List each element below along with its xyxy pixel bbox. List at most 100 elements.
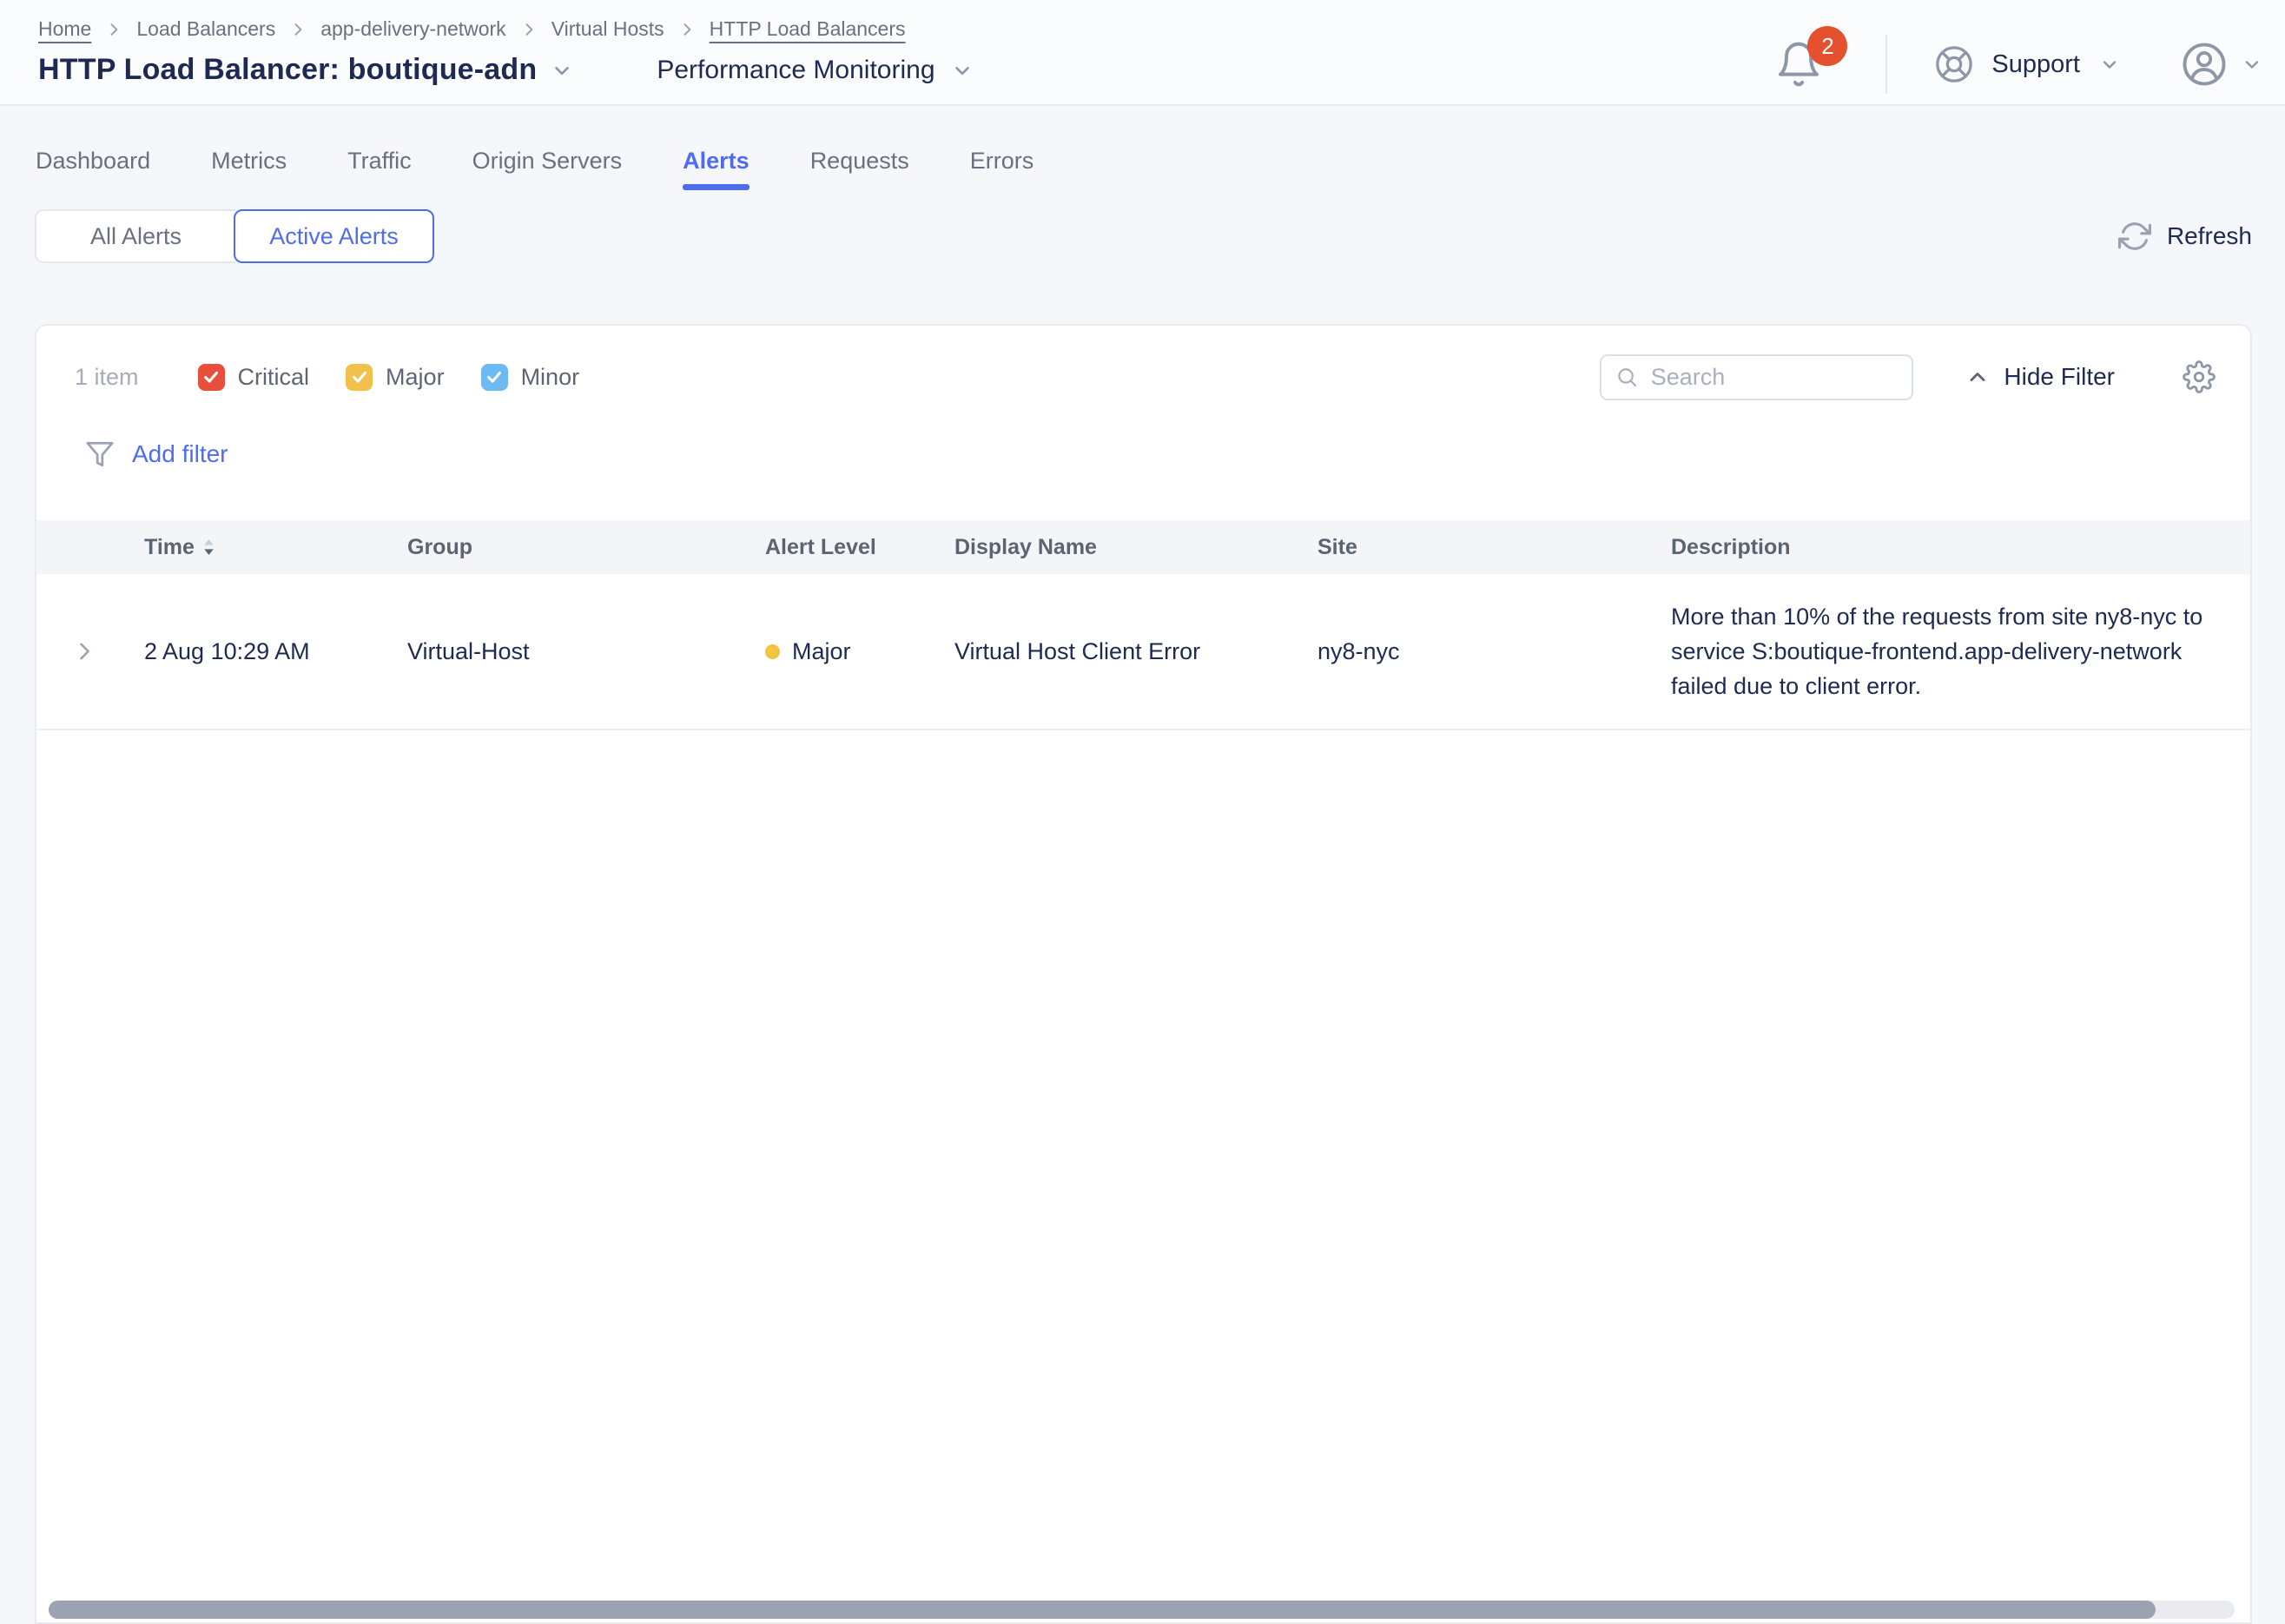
refresh-button[interactable]: Refresh <box>2118 220 2252 253</box>
breadcrumb-item: Virtual Hosts <box>551 17 710 41</box>
breadcrumb-item: Home <box>38 17 136 41</box>
tab-label: Metrics <box>211 148 287 174</box>
scrollbar-thumb[interactable] <box>49 1601 2156 1619</box>
chevron-up-icon <box>1965 365 1990 389</box>
search-box <box>1600 354 1913 400</box>
tab-label: Alerts <box>683 148 750 174</box>
tab[interactable]: Traffic <box>347 148 412 202</box>
title-dropdown-icon[interactable] <box>551 59 573 82</box>
chevron-down-icon <box>951 59 974 82</box>
tab[interactable]: Origin Servers <box>472 148 623 202</box>
alert-display-name: Virtual Host Client Error <box>942 638 1305 665</box>
alert-level-label: Major <box>792 638 851 665</box>
chevron-down-icon <box>2242 54 2262 75</box>
column-header-site[interactable]: Site <box>1305 535 1659 560</box>
search-icon <box>1615 364 1638 390</box>
breadcrumb-link[interactable]: Home <box>38 17 91 41</box>
tab[interactable]: Alerts <box>683 148 750 202</box>
breadcrumb-item: Load Balancers <box>136 17 320 41</box>
tab[interactable]: Requests <box>810 148 909 202</box>
refresh-icon <box>2118 220 2151 253</box>
tab-label: Origin Servers <box>472 148 623 174</box>
chevron-right-icon <box>105 21 122 38</box>
severity-filter[interactable]: Major <box>346 364 445 391</box>
chevron-right-icon <box>289 21 307 38</box>
breadcrumb-link[interactable]: Load Balancers <box>136 17 275 41</box>
lifebuoy-icon <box>1934 44 1974 84</box>
severity-filter[interactable]: Minor <box>481 364 580 391</box>
column-header-group[interactable]: Group <box>395 535 753 560</box>
severity-filters: Critical Major Minor <box>198 364 580 391</box>
table-row[interactable]: 2 Aug 10:29 AM Virtual-Host Major Virtua… <box>36 574 2250 730</box>
alert-site: ny8-nyc <box>1305 638 1659 665</box>
active-alerts-button[interactable]: Active Alerts <box>234 209 434 263</box>
tab[interactable]: Dashboard <box>36 148 150 202</box>
add-filter-button[interactable]: Add filter <box>132 440 228 468</box>
account-menu[interactable] <box>2181 41 2262 88</box>
add-filter-row: Add filter <box>85 436 2250 472</box>
filter-bar-right: Hide Filter <box>1600 354 2216 400</box>
header-right: 2 Support <box>1774 30 2262 99</box>
breadcrumb-link[interactable]: Virtual Hosts <box>551 17 664 41</box>
severity-filter[interactable]: Critical <box>198 364 310 391</box>
alerts-view-toggle: All Alerts Active Alerts <box>35 209 434 263</box>
title-row: HTTP Load Balancer: boutique-adn Perform… <box>38 53 974 87</box>
notifications-button[interactable]: 2 <box>1774 40 1823 89</box>
item-count: 1 item <box>75 364 139 391</box>
checkbox-checked-icon[interactable] <box>198 364 225 391</box>
alert-time: 2 Aug 10:29 AM <box>132 638 395 665</box>
table-header: Time Group Alert Level Display Name Site… <box>36 520 2250 574</box>
alerts-panel: 1 item Critical Major <box>35 324 2252 1624</box>
support-label: Support <box>1991 50 2080 79</box>
search-input[interactable] <box>1651 364 1899 391</box>
alert-description: More than 10% of the requests from site … <box>1659 575 2250 728</box>
header-left: Home Load Balancers app-delivery-network <box>38 14 974 104</box>
view-selector-label: Performance Monitoring <box>657 56 934 85</box>
hide-filter-button[interactable]: Hide Filter <box>1965 363 2115 391</box>
breadcrumb-link[interactable]: app-delivery-network <box>320 17 505 41</box>
sort-icon[interactable] <box>203 538 215 556</box>
alert-level: Major <box>753 638 942 665</box>
chevron-right-icon <box>520 21 538 38</box>
alert-group: Virtual-Host <box>395 638 753 665</box>
checkbox-checked-icon[interactable] <box>481 364 508 391</box>
breadcrumb-item: HTTP Load Balancers <box>710 17 906 41</box>
horizontal-scrollbar[interactable] <box>49 1601 2235 1619</box>
column-header-time[interactable]: Time <box>132 535 395 560</box>
breadcrumb-item: app-delivery-network <box>320 17 551 41</box>
app-header: Home Load Balancers app-delivery-network <box>0 0 2285 106</box>
user-avatar-icon <box>2181 41 2228 88</box>
expand-row-cell <box>36 639 132 663</box>
severity-label: Major <box>386 364 445 391</box>
column-header-alert-level[interactable]: Alert Level <box>753 535 942 560</box>
refresh-label: Refresh <box>2167 222 2252 250</box>
tab[interactable]: Metrics <box>211 148 287 202</box>
app-root: Home Load Balancers app-delivery-network <box>0 0 2285 1624</box>
filter-bar: 1 item Critical Major <box>36 326 2250 399</box>
column-header-description[interactable]: Description <box>1659 535 2250 560</box>
hide-filter-label: Hide Filter <box>2004 363 2115 391</box>
notification-badge: 2 <box>1807 26 1847 66</box>
alerts-toolbar: All Alerts Active Alerts Refresh <box>35 209 2252 263</box>
page-title: HTTP Load Balancer: boutique-adn <box>38 53 537 87</box>
column-header-display-name[interactable]: Display Name <box>942 535 1305 560</box>
tab-label: Traffic <box>347 148 412 174</box>
expand-row-icon[interactable] <box>72 639 96 663</box>
support-menu[interactable]: Support <box>1934 44 2120 84</box>
all-alerts-button[interactable]: All Alerts <box>35 209 235 263</box>
severity-label: Minor <box>521 364 580 391</box>
chevron-down-icon <box>2099 54 2120 75</box>
chevron-right-icon <box>678 21 696 38</box>
table-settings-button[interactable] <box>2183 360 2216 393</box>
breadcrumb: Home Load Balancers app-delivery-network <box>38 17 974 41</box>
funnel-icon <box>85 439 115 469</box>
tab-bar: Dashboard Metrics Traffic Origin Servers… <box>0 106 2285 202</box>
alert-level-dot <box>765 644 780 659</box>
tab[interactable]: Errors <box>970 148 1034 202</box>
breadcrumb-link[interactable]: HTTP Load Balancers <box>710 17 906 41</box>
tab-label: Requests <box>810 148 909 174</box>
alerts-table: Time Group Alert Level Display Name Site… <box>36 520 2250 730</box>
tab-label: Errors <box>970 148 1034 174</box>
checkbox-checked-icon[interactable] <box>346 364 373 391</box>
view-selector[interactable]: Performance Monitoring <box>657 56 973 85</box>
